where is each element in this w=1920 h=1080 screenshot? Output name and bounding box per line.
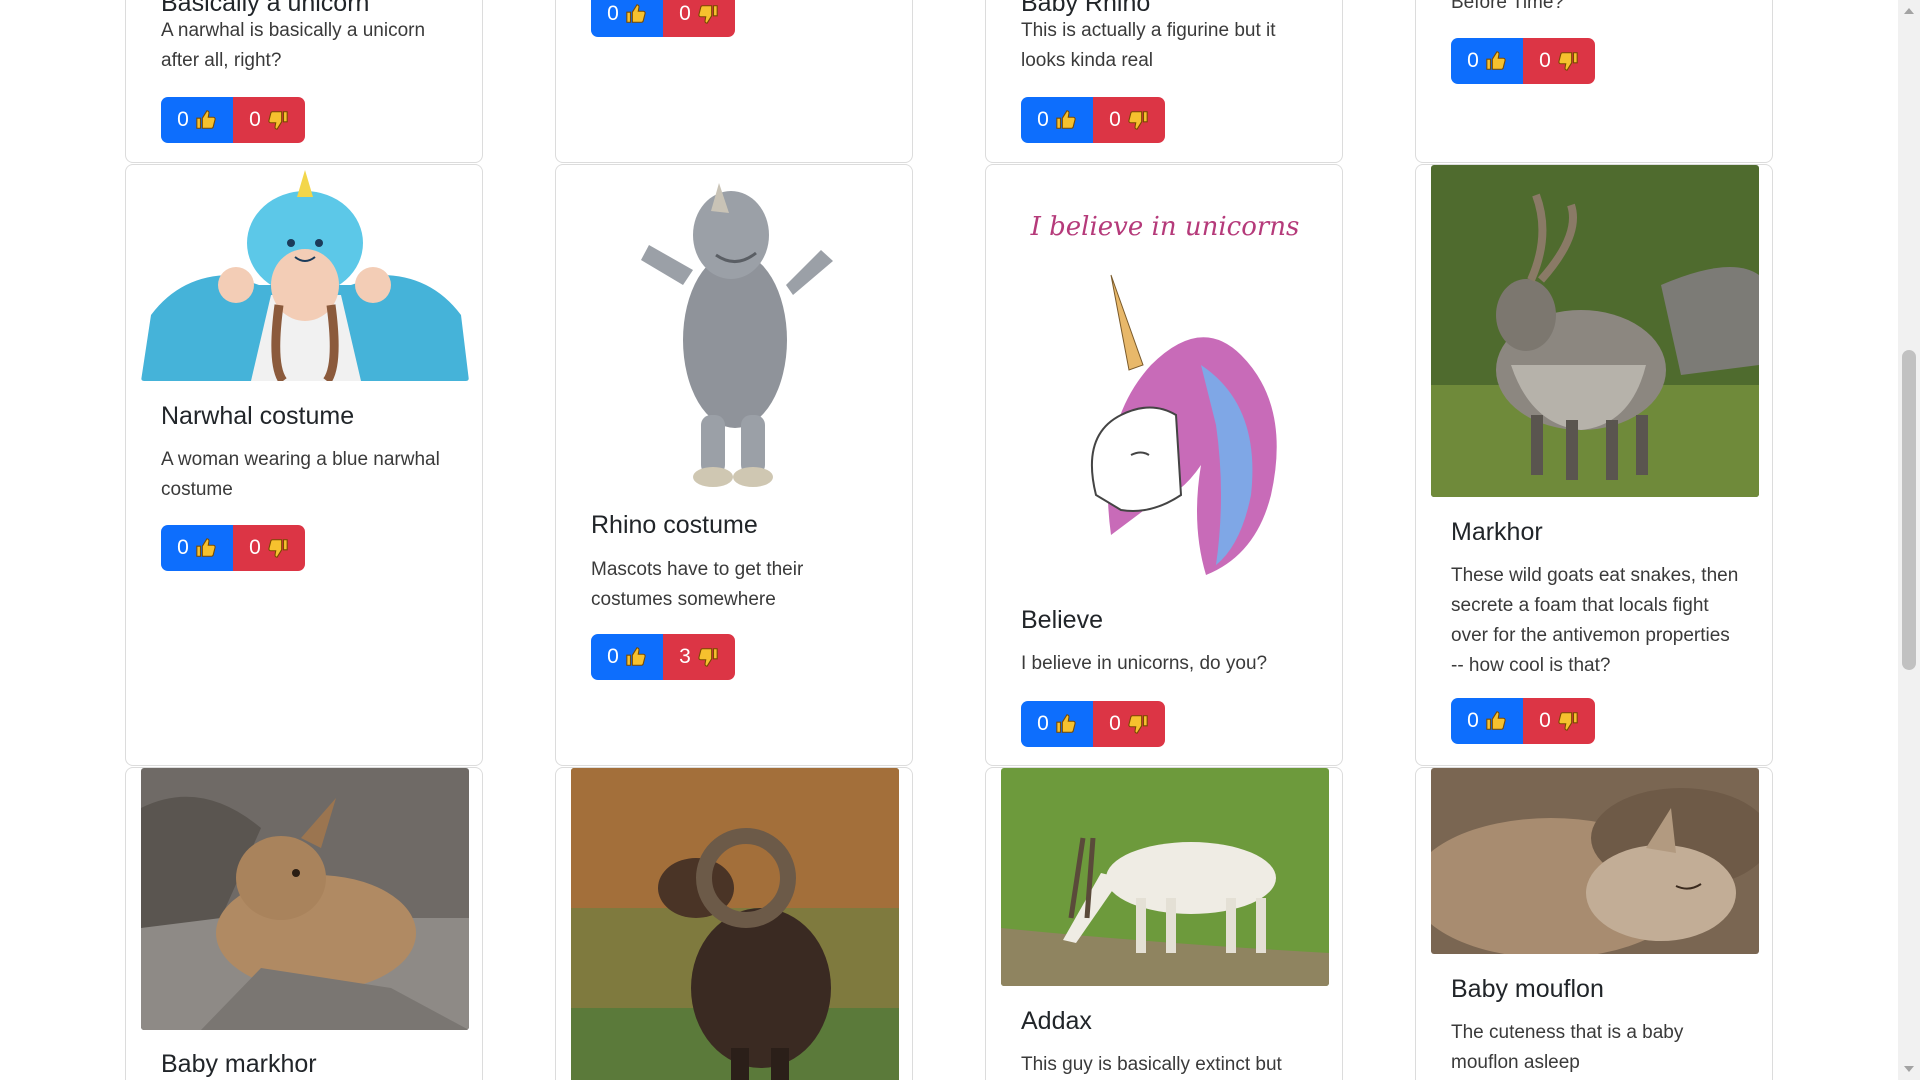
card-markhor: Markhor These wild goats eat snakes, the… bbox=[1415, 164, 1773, 766]
card-description: The cuteness that is a baby mouflon asle… bbox=[1451, 1022, 1684, 1073]
upvote-button[interactable]: 0 bbox=[1451, 38, 1523, 84]
card-title: Rhino costume bbox=[591, 511, 758, 539]
downvote-count: 0 bbox=[679, 2, 691, 25]
thumbs-up-icon bbox=[626, 4, 646, 23]
rhino-costume-image bbox=[571, 165, 899, 490]
downvote-count: 0 bbox=[1539, 49, 1551, 72]
thumbs-down-icon bbox=[1128, 715, 1148, 734]
vote-group: 0 0 bbox=[1021, 97, 1165, 143]
downvote-button[interactable]: 0 bbox=[1523, 698, 1595, 744]
thumbs-down-icon bbox=[1128, 111, 1148, 130]
narwhal-costume-image bbox=[141, 165, 469, 381]
upvote-button[interactable]: 0 bbox=[1021, 97, 1093, 143]
upvote-button[interactable]: 0 bbox=[161, 525, 233, 571]
downvote-count: 0 bbox=[249, 536, 261, 559]
vote-group: 0 0 bbox=[1451, 38, 1595, 84]
unicorn-illustration-image: I believe in unicorns bbox=[1001, 165, 1329, 585]
upvote-count: 0 bbox=[1037, 108, 1049, 131]
card-title: Believe bbox=[1021, 606, 1103, 634]
thumbs-up-icon bbox=[196, 110, 216, 129]
vote-group: 0 0 bbox=[161, 97, 305, 143]
card-title: Addax bbox=[1021, 1007, 1092, 1035]
card-title: Baby mouflon bbox=[1451, 975, 1604, 1003]
thumbs-down-icon bbox=[698, 648, 718, 667]
downvote-count: 0 bbox=[249, 108, 261, 131]
upvote-button[interactable]: 0 bbox=[591, 0, 663, 37]
downvote-count: 0 bbox=[1539, 709, 1551, 732]
unicorn-illustration-text: I believe in unicorns bbox=[1030, 212, 1300, 242]
downvote-button[interactable]: 3 bbox=[663, 634, 735, 680]
card-description: These wild goats eat snakes, then secret… bbox=[1451, 565, 1739, 676]
card-baby-mouflon: Baby mouflon The cuteness that is a baby… bbox=[1415, 767, 1773, 1080]
card-description: A narwhal is basically a unicorn after a… bbox=[161, 20, 426, 71]
downvote-button[interactable]: 0 bbox=[663, 0, 735, 37]
vote-group: 0 0 bbox=[161, 525, 305, 571]
upvote-button[interactable]: 0 bbox=[1021, 701, 1093, 747]
mouflon-image bbox=[571, 768, 899, 1080]
downvote-button[interactable]: 0 bbox=[1523, 38, 1595, 84]
downvote-button[interactable]: 0 bbox=[233, 525, 305, 571]
thumbs-up-icon bbox=[626, 647, 646, 666]
scroll-down-arrow-icon[interactable] bbox=[1904, 1066, 1914, 1072]
scroll-up-arrow-icon[interactable] bbox=[1904, 8, 1914, 14]
card-description: Mascots have to get their costumes somew… bbox=[591, 559, 804, 610]
card-baby-rhino: Baby Rhino This is actually a figurine b… bbox=[985, 0, 1343, 163]
thumbs-up-icon bbox=[1486, 51, 1506, 70]
card-mouflon bbox=[555, 767, 913, 1080]
vote-group: 0 0 bbox=[1021, 701, 1165, 747]
thumbs-down-icon bbox=[268, 111, 288, 130]
vote-group: 0 3 bbox=[591, 634, 735, 680]
card-addax: Addax This guy is basically extinct but bbox=[985, 767, 1343, 1080]
card-description: This is actually a figurine but it looks… bbox=[1021, 20, 1276, 71]
baby-markhor-image bbox=[141, 768, 469, 1030]
card-believe: I believe in unicorns Believe I believe … bbox=[985, 164, 1343, 766]
page-scrollbar[interactable] bbox=[1898, 0, 1920, 1080]
upvote-button[interactable]: 0 bbox=[161, 97, 233, 143]
upvote-button[interactable]: 0 bbox=[591, 634, 663, 680]
upvote-count: 0 bbox=[1467, 709, 1479, 732]
downvote-count: 0 bbox=[1109, 712, 1121, 735]
card-grid: Basically a unicorn A narwhal is basical… bbox=[0, 0, 1898, 1080]
upvote-button[interactable]: 0 bbox=[1451, 698, 1523, 744]
card-basically-a-unicorn: Basically a unicorn A narwhal is basical… bbox=[125, 0, 483, 163]
upvote-count: 0 bbox=[1467, 49, 1479, 72]
downvote-count: 0 bbox=[1109, 108, 1121, 131]
thumbs-up-icon bbox=[1056, 110, 1076, 129]
thumbs-up-icon bbox=[1056, 714, 1076, 733]
card-title: Baby markhor bbox=[161, 1050, 317, 1078]
downvote-button[interactable]: 0 bbox=[1093, 97, 1165, 143]
addax-image bbox=[1001, 768, 1329, 986]
thumbs-up-icon bbox=[196, 538, 216, 557]
card-description: I believe in unicorns, do you? bbox=[1021, 653, 1268, 674]
vote-group: 0 0 bbox=[591, 0, 735, 37]
downvote-count: 3 bbox=[679, 645, 691, 668]
card-baby-markhor: Baby markhor bbox=[125, 767, 483, 1080]
upvote-count: 0 bbox=[607, 645, 619, 668]
card-description: This guy is basically extinct but bbox=[1021, 1054, 1282, 1075]
thumbs-down-icon bbox=[1558, 52, 1578, 71]
card-top-column-2: 0 0 bbox=[555, 0, 913, 163]
markhor-image bbox=[1431, 165, 1759, 497]
upvote-count: 0 bbox=[1037, 712, 1049, 735]
baby-mouflon-image bbox=[1431, 768, 1759, 954]
card-narwhal-costume: Narwhal costume A woman wearing a blue n… bbox=[125, 164, 483, 766]
card-description: A woman wearing a blue narwhal costume bbox=[161, 449, 440, 500]
scrollbar-thumb[interactable] bbox=[1902, 350, 1916, 670]
card-title: Narwhal costume bbox=[161, 402, 355, 430]
card-title: Markhor bbox=[1451, 518, 1543, 546]
thumbs-down-icon bbox=[698, 5, 718, 24]
card-description: Before Time? bbox=[1451, 0, 1564, 13]
downvote-button[interactable]: 0 bbox=[1093, 701, 1165, 747]
upvote-count: 0 bbox=[177, 536, 189, 559]
vote-group: 0 0 bbox=[1451, 698, 1595, 744]
downvote-button[interactable]: 0 bbox=[233, 97, 305, 143]
card-rhino-costume: Rhino costume Mascots have to get their … bbox=[555, 164, 913, 766]
thumbs-up-icon bbox=[1486, 711, 1506, 730]
card-top-column-4: Before Time? 0 0 bbox=[1415, 0, 1773, 163]
thumbs-down-icon bbox=[1558, 712, 1578, 731]
upvote-count: 0 bbox=[177, 108, 189, 131]
thumbs-down-icon bbox=[268, 539, 288, 558]
upvote-count: 0 bbox=[607, 2, 619, 25]
